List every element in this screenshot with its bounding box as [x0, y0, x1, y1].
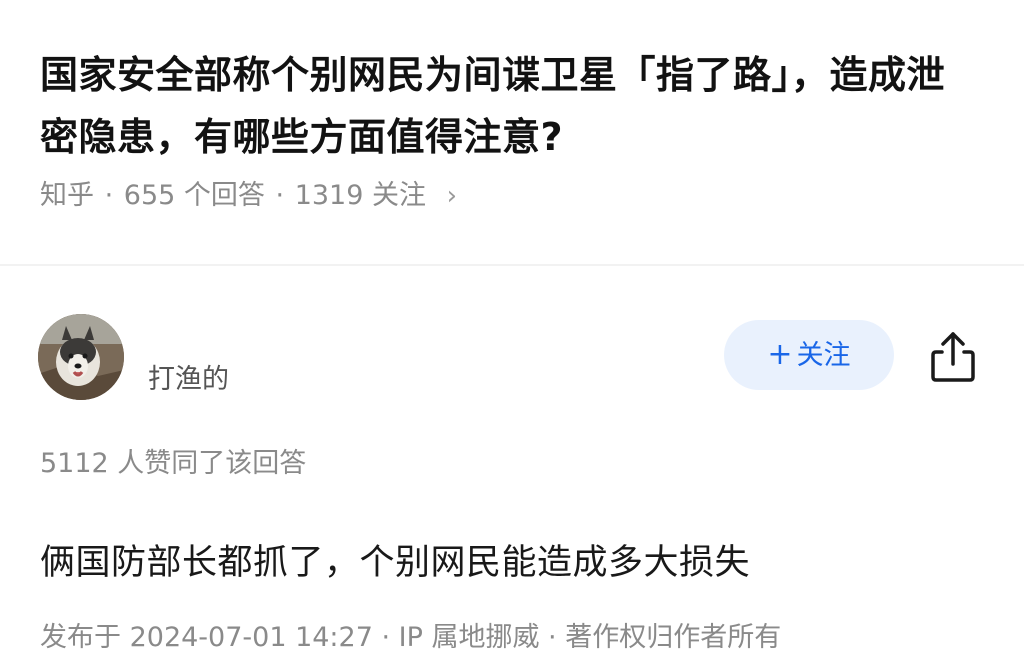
meta-separator: ·: [104, 180, 114, 211]
dog-avatar-icon: [38, 314, 124, 400]
section-divider: [0, 264, 1024, 266]
plus-icon: +: [767, 337, 793, 372]
author-name[interactable]: 打渔的: [148, 360, 229, 400]
question-title[interactable]: 国家安全部称个别网民为间谍卫星「指了路」，造成泄密隐患，有哪些方面值得注意?: [40, 44, 980, 168]
follow-button[interactable]: + 关注: [724, 320, 894, 390]
share-button[interactable]: [928, 328, 978, 384]
source-label: 知乎: [40, 180, 94, 211]
answers-count: 655 个回答: [123, 180, 265, 211]
followers-count: 1319 关注: [294, 180, 426, 211]
share-icon: [931, 332, 975, 382]
answer-content[interactable]: 俩国防部长都抓了，个别网民能造成多大损失: [40, 538, 750, 588]
chevron-right-icon[interactable]: ›: [447, 176, 457, 216]
question-meta[interactable]: 知乎 · 655 个回答 · 1319 关注 ›: [40, 176, 457, 216]
answer-meta: 发布于 2024-07-01 14:27 · IP 属地挪威 · 著作权归作者所…: [40, 622, 782, 653]
follow-label: 关注: [796, 340, 851, 371]
author-avatar[interactable]: [38, 314, 124, 400]
meta-separator: ·: [275, 180, 285, 211]
vote-count: 5112 人赞同了该回答: [40, 448, 307, 479]
